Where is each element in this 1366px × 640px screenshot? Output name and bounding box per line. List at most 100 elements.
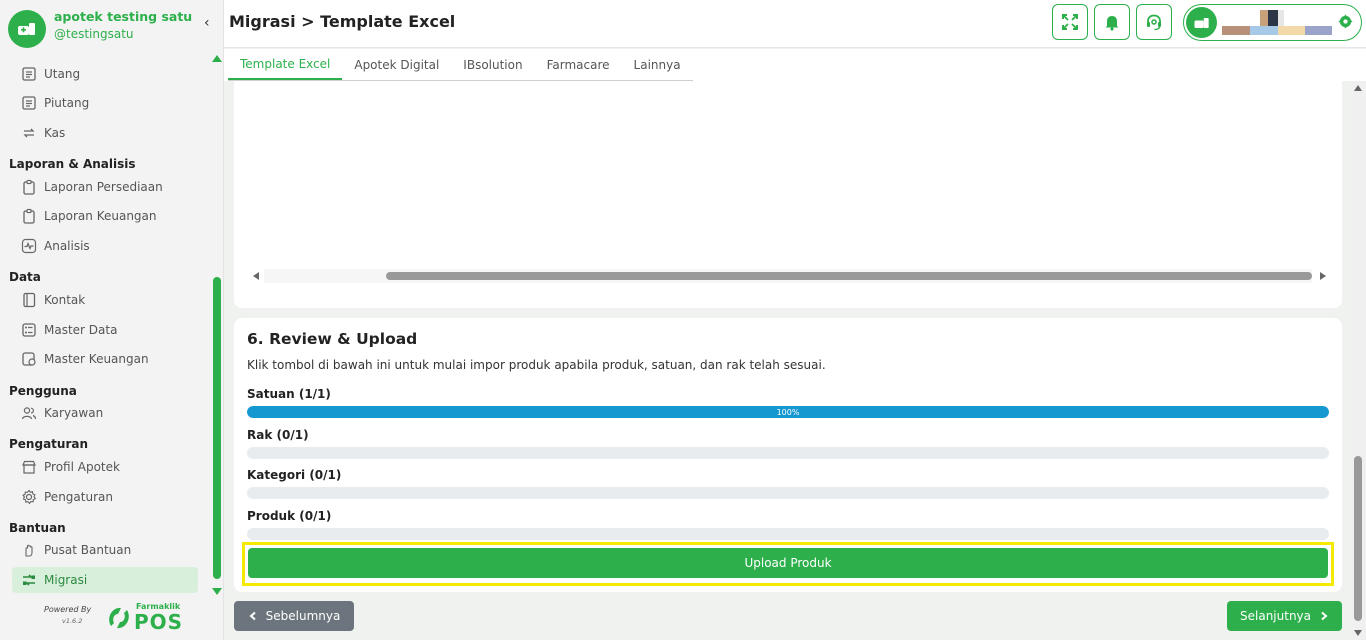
sidebar-item-label: Pengaturan [44, 490, 113, 504]
profile-name-blurred-image [1222, 10, 1332, 35]
sidebar-item-kontak[interactable]: Kontak [12, 287, 198, 313]
page-title: Migrasi > Template Excel [229, 12, 456, 31]
section-title-data: Data [9, 270, 41, 284]
section-title-pengguna: Pengguna [9, 384, 77, 398]
sidebar-item-laporan-persediaan[interactable]: Laporan Persediaan [12, 174, 198, 200]
farmaklik-logo-icon [109, 607, 129, 629]
chevron-right-icon [1321, 611, 1328, 621]
fullscreen-icon [1062, 14, 1078, 30]
chevron-left-icon [249, 611, 256, 621]
top-header: Migrasi > Template Excel [224, 0, 1366, 48]
support-button[interactable] [1136, 4, 1172, 40]
main-content: 6. Review & Upload Klik tombol di bawah … [224, 81, 1350, 640]
review-upload-card: 6. Review & Upload Klik tombol di bawah … [234, 318, 1342, 592]
contact-book-icon [20, 291, 38, 309]
scrollbar-thumb[interactable] [1354, 456, 1362, 621]
scroll-up-arrow-icon[interactable] [212, 55, 222, 62]
store-logo-icon [8, 10, 46, 48]
sidebar-item-laporan-keuangan[interactable]: Laporan Keuangan [12, 203, 198, 229]
avatar [1186, 7, 1217, 38]
sidebar-item-karyawan[interactable]: Karyawan [12, 400, 198, 426]
sidebar-item-label: Migrasi [44, 573, 88, 587]
sidebar-item-label: Kontak [44, 293, 86, 307]
hand-help-icon [20, 541, 38, 559]
review-title: 6. Review & Upload [247, 330, 418, 348]
gear-icon [20, 488, 38, 506]
section-title-laporan: Laporan & Analisis [9, 157, 136, 171]
tab-template-excel[interactable]: Template Excel [228, 49, 343, 80]
database-icon [20, 321, 38, 339]
previous-button[interactable]: Sebelumnya [234, 601, 354, 631]
finance-icon [20, 350, 38, 368]
main-vertical-scrollbar[interactable] [1350, 81, 1366, 640]
table-horizontal-scrollbar[interactable] [250, 269, 1326, 283]
sidebar-item-utang[interactable]: Utang [12, 61, 198, 87]
scroll-down-arrow-icon[interactable] [1354, 630, 1362, 636]
sidebar-item-analisis[interactable]: Analisis [12, 233, 198, 259]
store-icon [20, 458, 38, 476]
ledger-icon [20, 94, 38, 112]
migrate-icon [20, 571, 38, 589]
sidebar-nav: Utang Piutang Kas Laporan & Analisis Lap… [0, 58, 210, 596]
sidebar-item-pusat-bantuan[interactable]: Pusat Bantuan [12, 537, 198, 563]
sidebar-item-piutang[interactable]: Piutang [12, 90, 198, 116]
tab-apotek-digital[interactable]: Apotek Digital [342, 49, 451, 80]
sidebar-item-label: Analisis [44, 239, 90, 253]
sidebar: apotek testing satu @testingsatu ‹ Utang… [0, 0, 224, 640]
bell-icon [1105, 16, 1119, 31]
sidebar-item-label: Piutang [44, 96, 90, 110]
sidebar-item-label: Master Data [44, 323, 118, 337]
progress-fill: 100% [247, 406, 1329, 418]
sidebar-item-migrasi[interactable]: Migrasi [12, 567, 198, 593]
scrollbar-thumb[interactable] [213, 277, 221, 579]
progress-label-satuan: Satuan (1/1) [247, 387, 331, 401]
progress-bar-kategori [247, 487, 1329, 499]
progress-bar-rak [247, 447, 1329, 459]
tab-ibsolution[interactable]: IBsolution [451, 49, 534, 80]
scroll-up-arrow-icon[interactable] [1354, 85, 1362, 91]
collapse-sidebar-button[interactable]: ‹ [204, 15, 210, 31]
brand: apotek testing satu @testingsatu [8, 8, 208, 48]
version-label: v1.6.2 [62, 617, 83, 625]
sidebar-item-master-keuangan[interactable]: Master Keuangan [12, 346, 198, 372]
sidebar-item-profil-apotek[interactable]: Profil Apotek [12, 454, 198, 480]
farmaklik-pos-logo: Farmaklik POS [106, 601, 186, 635]
pos-logo-text: POS [134, 610, 184, 634]
upload-button-highlight: Upload Produk [242, 542, 1334, 586]
upload-produk-button[interactable]: Upload Produk [248, 548, 1328, 578]
scroll-right-arrow-icon[interactable] [1320, 272, 1326, 280]
sidebar-item-label: Kas [44, 126, 66, 140]
scroll-down-arrow-icon[interactable] [212, 588, 222, 595]
sidebar-item-label: Utang [44, 67, 81, 81]
notification-button[interactable] [1094, 4, 1130, 40]
section-title-pengaturan: Pengaturan [9, 437, 89, 451]
next-button[interactable]: Selanjutnya [1227, 601, 1342, 631]
sidebar-item-master-data[interactable]: Master Data [12, 317, 198, 343]
clipboard-icon [20, 178, 38, 196]
activity-icon [20, 237, 38, 255]
ledger-icon [20, 65, 38, 83]
clipboard-icon [20, 207, 38, 225]
users-icon [20, 404, 38, 422]
sidebar-item-label: Master Keuangan [44, 352, 149, 366]
scrollbar-thumb[interactable] [386, 272, 1312, 280]
next-button-label: Selanjutnya [1240, 609, 1311, 623]
sidebar-item-kas[interactable]: Kas [12, 120, 198, 146]
cash-transfer-icon [20, 124, 38, 142]
store-username: @testingsatu [54, 27, 134, 41]
profile-menu[interactable] [1183, 4, 1362, 41]
progress-bar-satuan: 100% [247, 406, 1329, 418]
settings-gear-icon[interactable] [1338, 14, 1353, 29]
sidebar-item-label: Karyawan [44, 406, 104, 420]
progress-label-rak: Rak (0/1) [247, 428, 309, 442]
tab-farmacare[interactable]: Farmacare [535, 49, 622, 80]
store-name: apotek testing satu [54, 9, 193, 24]
sidebar-item-pengaturan[interactable]: Pengaturan [12, 484, 198, 510]
review-description: Klik tombol di bawah ini untuk mulai imp… [247, 358, 826, 372]
sidebar-item-label: Profil Apotek [44, 460, 120, 474]
fullscreen-button[interactable] [1052, 4, 1088, 40]
section-title-bantuan: Bantuan [9, 521, 66, 535]
tab-lainnya[interactable]: Lainnya [622, 49, 693, 80]
sidebar-scrollbar[interactable] [212, 55, 222, 595]
scroll-left-arrow-icon[interactable] [253, 272, 259, 280]
